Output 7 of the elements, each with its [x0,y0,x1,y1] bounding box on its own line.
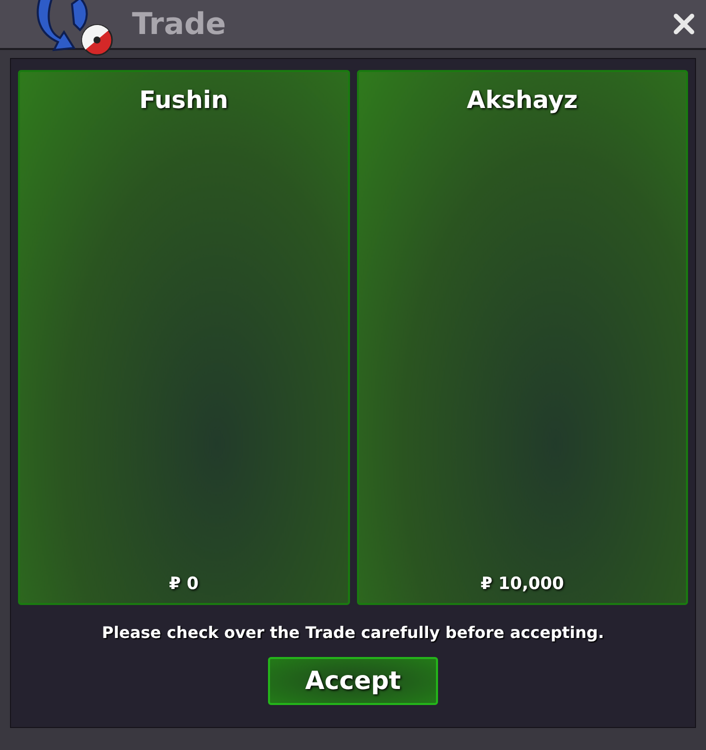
money-amount: ₽ 10,000 [480,572,564,596]
window-title: Trade [132,6,226,44]
accept-button[interactable]: Accept [268,657,438,705]
trader-name: Akshayz [466,85,578,116]
trader-name: Fushin [139,85,228,116]
warning-message: Please check over the Trade carefully before accepting. [102,622,604,644]
money-amount: ₽ 0 [168,572,199,596]
